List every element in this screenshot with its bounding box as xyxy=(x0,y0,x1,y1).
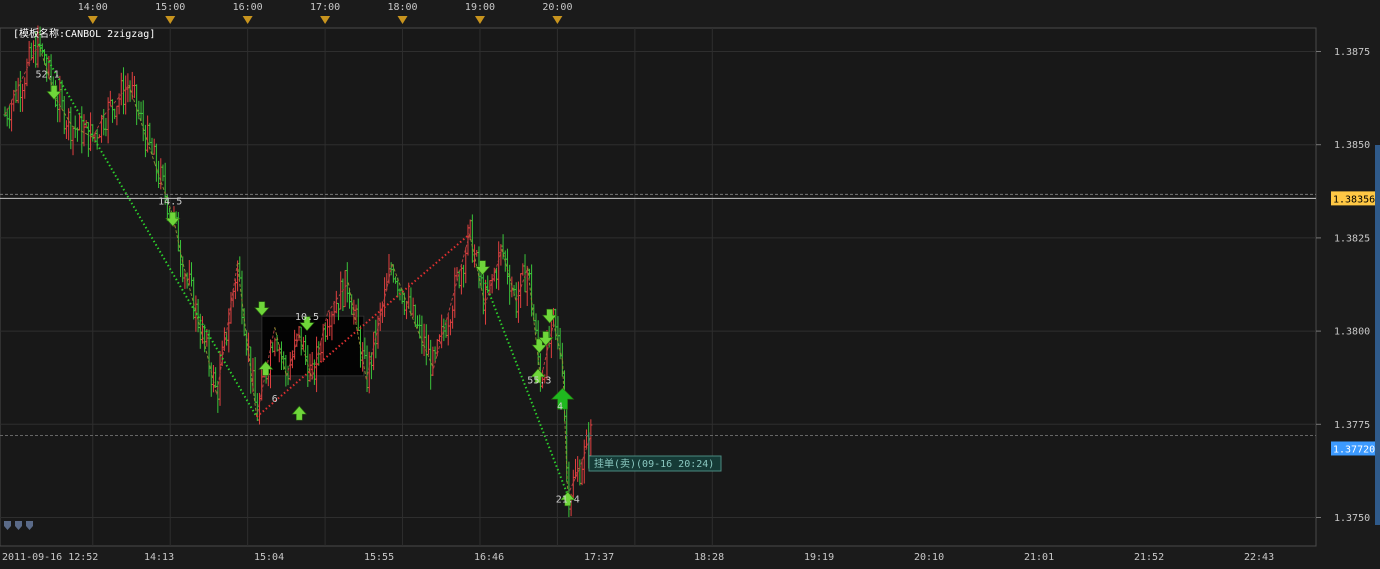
scroll-markers[interactable] xyxy=(4,521,33,530)
y-tick-label: 1.3875 xyxy=(1334,47,1370,58)
bottom-tick-label: 15:55 xyxy=(364,552,394,563)
annotation-label: 10.5 xyxy=(295,312,319,323)
bottom-tick-label: 22:43 xyxy=(1244,552,1274,563)
annotation-label: 14.5 xyxy=(158,196,182,207)
bottom-tick-label: 18:28 xyxy=(694,552,724,563)
annotation-label: 55.3 xyxy=(527,375,551,386)
bottom-tick-label: 16:46 xyxy=(474,552,504,563)
annotation-label: 52.1 xyxy=(36,70,60,81)
template-label: [模板名称:CANBOL 2zigzag] xyxy=(13,27,155,40)
top-tick-label: 15:00 xyxy=(155,2,185,13)
top-tick-label: 16:00 xyxy=(233,2,263,13)
current-price-box: 1.38356 xyxy=(1331,191,1377,206)
bottom-tick-label: 2011-09-16 12:52 xyxy=(2,552,98,563)
bottom-tick-label: 21:01 xyxy=(1024,552,1054,563)
y-tick-label: 1.3750 xyxy=(1334,513,1370,524)
bottom-tick-label: 19:19 xyxy=(804,552,834,563)
y-tick-label: 1.3800 xyxy=(1334,327,1370,338)
top-tick-label: 20:00 xyxy=(542,2,572,13)
ask-price-box: 1.37720 xyxy=(1331,441,1377,456)
top-tick-label: 17:00 xyxy=(310,2,340,13)
y-tick-label: 1.3825 xyxy=(1334,233,1370,244)
annotation-label: 21.4 xyxy=(556,495,580,506)
y-tick-label: 1.3850 xyxy=(1334,140,1370,151)
annotation-label: 4 xyxy=(557,401,563,412)
top-tick-label: 14:00 xyxy=(78,2,108,13)
annotation-label: 6 xyxy=(272,394,278,405)
order-label: 挂单(卖)(09-16 20:24) xyxy=(594,457,714,470)
side-scrollbar[interactable] xyxy=(1375,145,1380,525)
bottom-tick-label: 17:37 xyxy=(584,552,614,563)
top-tick-label: 19:00 xyxy=(465,2,495,13)
chart-canvas: 14:00 15:00 16:00 17:00 18:00 19:00 20:00 2011… xyxy=(0,0,1380,569)
bottom-tick-label: 20:10 xyxy=(914,552,944,563)
ask-price-label: 1.37720 xyxy=(1333,444,1375,455)
bottom-tick-label: 15:04 xyxy=(254,552,284,563)
y-tick-label: 1.3775 xyxy=(1334,420,1370,431)
top-tick-label: 18:00 xyxy=(387,2,417,13)
bottom-tick-label: 14:13 xyxy=(144,552,174,563)
current-price-label: 1.38356 xyxy=(1333,194,1375,205)
bottom-tick-label: 21:52 xyxy=(1134,552,1164,563)
